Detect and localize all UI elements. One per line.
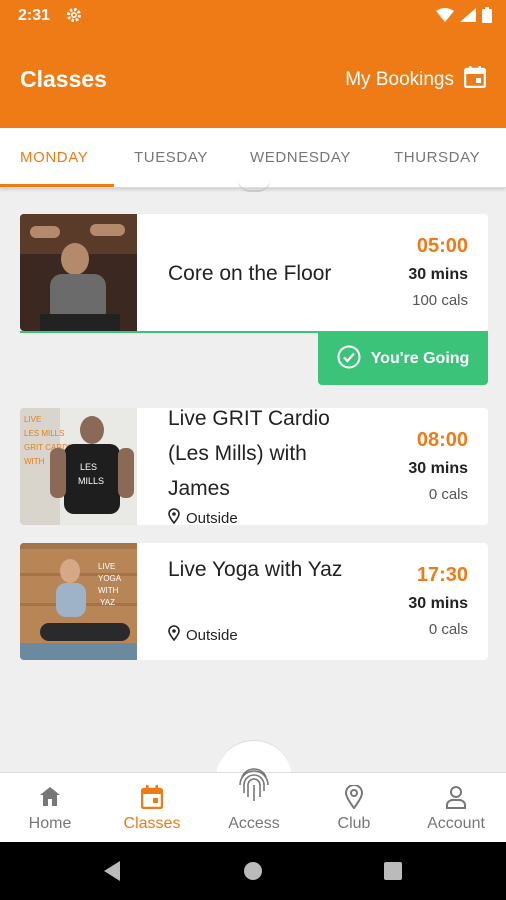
svg-text:WITH: WITH — [98, 586, 119, 595]
status-bar: 2:31 — [0, 0, 506, 32]
check-circle-icon — [337, 345, 361, 374]
pull-to-refresh-handle[interactable] — [238, 180, 270, 192]
svg-text:LIVE: LIVE — [24, 415, 41, 424]
class-title: Core on the Floor — [168, 262, 332, 285]
going-label: You're Going — [370, 350, 470, 367]
settings-gear-icon — [66, 7, 82, 28]
class-location-label: Outside — [186, 509, 238, 526]
svg-text:LES MILLS: LES MILLS — [24, 429, 64, 438]
my-bookings-label: My Bookings — [345, 69, 454, 90]
svg-text:YAZ: YAZ — [100, 598, 115, 607]
svg-text:LES: LES — [80, 462, 97, 472]
tab-tuesday[interactable]: TUESDAY — [134, 149, 208, 166]
svg-text:WITH: WITH — [24, 457, 45, 466]
going-badge[interactable]: You're Going — [318, 333, 488, 385]
class-time: 05:00 — [416, 235, 468, 257]
status-icons — [436, 7, 492, 28]
class-thumbnail: LIVE LES MILLS GRIT CARDIO WITH LES MILL… — [20, 408, 137, 525]
class-duration: 30 mins — [408, 595, 468, 612]
location-pin-icon — [168, 508, 180, 525]
signal-icon — [460, 8, 476, 27]
calendar-icon — [140, 785, 164, 814]
bottom-nav: Home Classes Access Club Account — [0, 768, 506, 843]
class-calories: 0 cals — [428, 621, 468, 638]
nav-account-label: Account — [427, 815, 485, 832]
system-nav-bar — [0, 842, 506, 900]
class-location: Outside — [168, 508, 238, 525]
home-icon — [38, 785, 62, 812]
class-calories: 100 cals — [412, 292, 468, 309]
class-card[interactable]: Core on the Floor 05:00 30 mins 100 cals — [20, 214, 488, 331]
tab-monday[interactable]: MONDAY — [20, 149, 88, 166]
class-thumbnail — [20, 214, 137, 331]
class-card[interactable]: LIVE LES MILLS GRIT CARDIO WITH LES MILL… — [20, 408, 488, 525]
status-time: 2:31 — [18, 7, 51, 24]
tab-indicator — [0, 184, 114, 187]
svg-text:MILLS: MILLS — [78, 476, 104, 486]
nav-classes-label: Classes — [123, 815, 181, 832]
class-title: Live Yoga with Yaz — [168, 558, 343, 581]
class-location-label: Outside — [186, 626, 238, 644]
person-icon — [445, 785, 467, 814]
class-card[interactable]: LIVE YOGA WITH YAZ Live Yoga with Yaz 17… — [20, 543, 488, 660]
class-calories: 0 cals — [428, 486, 468, 503]
page-title: Classes — [20, 66, 107, 92]
tab-thursday[interactable]: THURSDAY — [394, 149, 480, 166]
svg-text:YOGA: YOGA — [98, 574, 122, 583]
class-duration: 30 mins — [408, 266, 468, 283]
class-time: 17:30 — [416, 564, 468, 586]
battery-icon — [482, 7, 492, 28]
tab-wednesday[interactable]: WEDNESDAY — [250, 149, 351, 166]
location-pin-icon — [344, 784, 364, 814]
nav-home[interactable]: Home — [0, 773, 100, 843]
wifi-icon — [436, 8, 454, 27]
svg-text:LIVE: LIVE — [98, 562, 115, 571]
class-duration: 30 mins — [408, 460, 468, 477]
fingerprint-icon — [236, 763, 272, 808]
recents-icon[interactable] — [383, 860, 403, 887]
back-icon[interactable] — [102, 860, 122, 887]
nav-access-label: Access — [228, 815, 280, 832]
nav-home-label: Home — [28, 815, 72, 832]
class-location: Outside — [168, 625, 238, 645]
nav-account[interactable]: Account — [406, 773, 506, 843]
day-tabs: MONDAY TUESDAY WEDNESDAY THURSDAY — [0, 128, 506, 188]
location-pin-icon — [168, 625, 180, 645]
my-bookings-button[interactable]: My Bookings — [345, 66, 487, 94]
nav-classes[interactable]: Classes — [102, 773, 202, 843]
class-title: Live GRIT Cardio (Les Mills) with James — [168, 408, 330, 500]
class-time: 08:00 — [416, 429, 468, 451]
class-thumbnail: LIVE YOGA WITH YAZ — [20, 543, 137, 660]
nav-club[interactable]: Club — [304, 773, 404, 843]
app-bar: Classes My Bookings — [0, 32, 506, 128]
nav-access[interactable]: Access — [204, 768, 304, 843]
nav-club-label: Club — [337, 815, 371, 832]
home-circle-icon[interactable] — [243, 860, 263, 887]
calendar-icon — [463, 66, 487, 94]
